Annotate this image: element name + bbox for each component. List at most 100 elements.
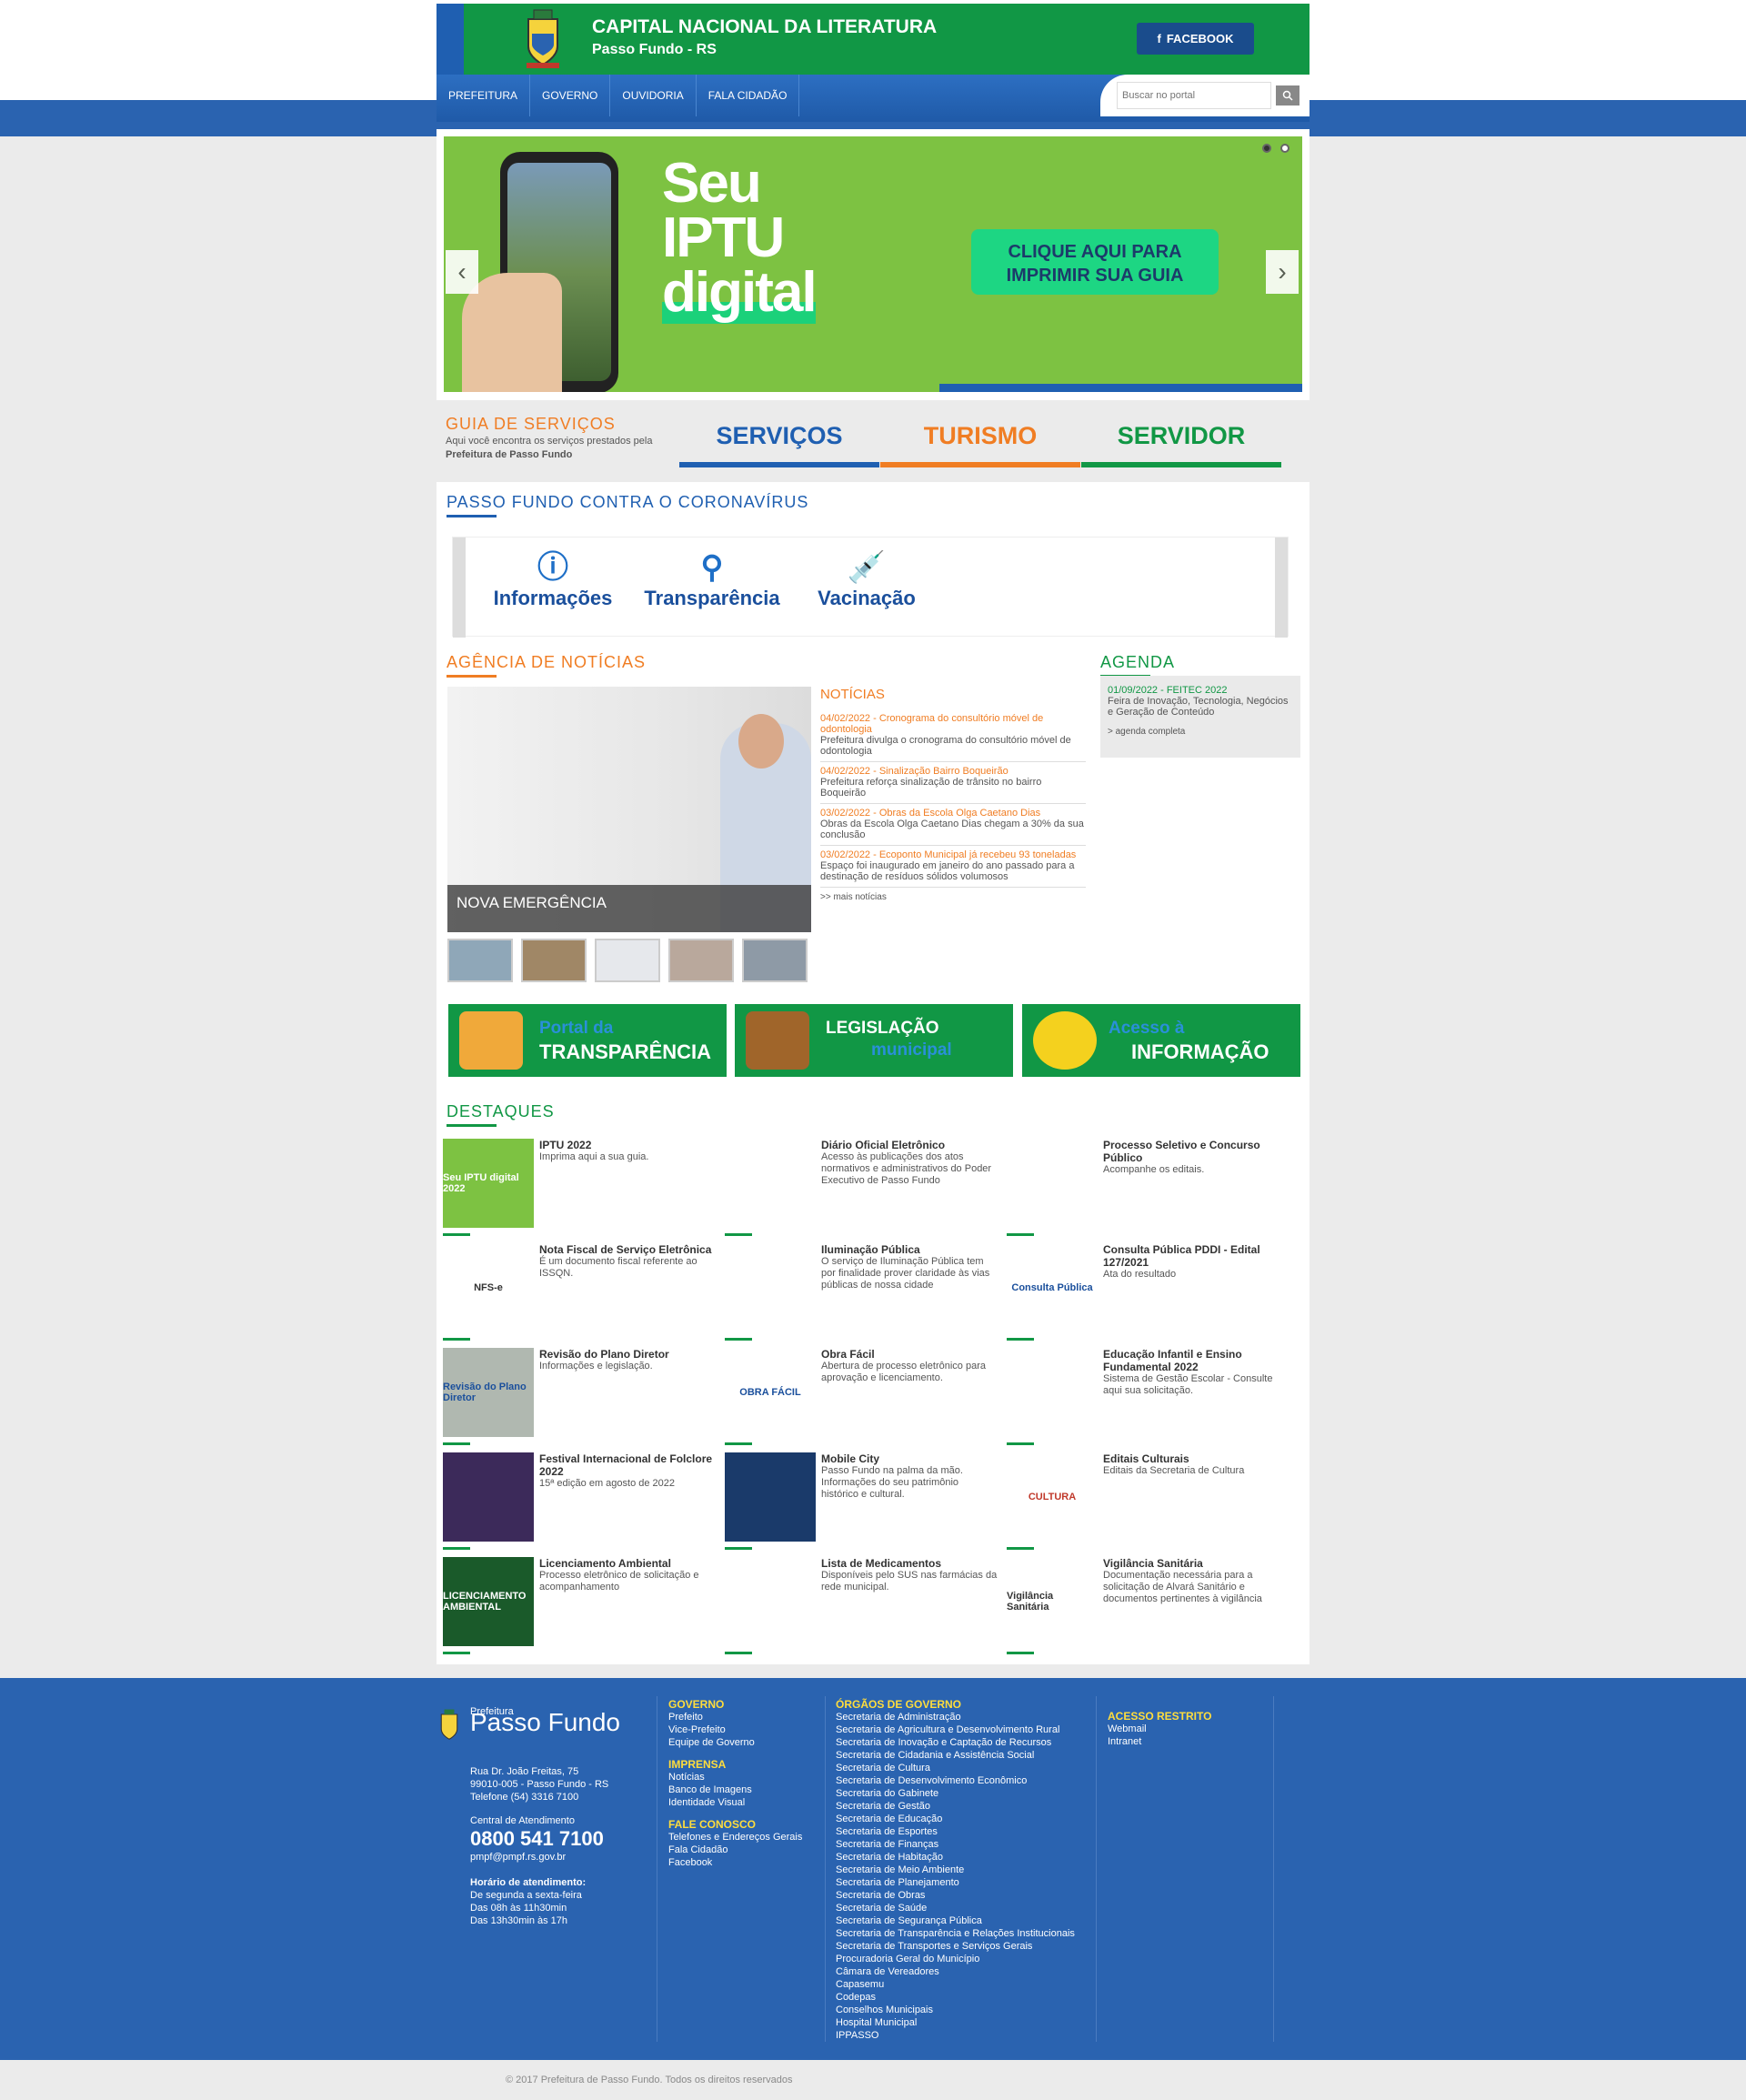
covid-vacinacao[interactable]: 💉 Vacinação bbox=[803, 548, 930, 610]
search-input[interactable] bbox=[1117, 82, 1271, 109]
footer-link[interactable]: Secretaria de Agricultura e Desenvolvime… bbox=[836, 1723, 1090, 1736]
news-feature-image[interactable]: NOVA EMERGÊNCIA bbox=[447, 687, 811, 932]
destaque-image[interactable] bbox=[443, 1452, 534, 1542]
nav-fala-cidadao[interactable]: FALA CIDADÃO bbox=[697, 75, 800, 116]
footer-link[interactable]: Webmail bbox=[1108, 1723, 1271, 1735]
news-thumb[interactable] bbox=[742, 939, 808, 982]
destaque-image[interactable]: OBRA FÁCIL bbox=[725, 1348, 816, 1437]
destaque-image[interactable] bbox=[725, 1139, 816, 1228]
footer-link[interactable]: Secretaria de Habitação bbox=[836, 1851, 1090, 1864]
portal-transparencia-button[interactable]: Portal da TRANSPARÊNCIA bbox=[448, 1004, 727, 1077]
footer-link[interactable]: Secretaria de Gestão bbox=[836, 1800, 1090, 1813]
footer-link[interactable]: Capasemu bbox=[836, 1978, 1090, 1991]
footer-link[interactable]: Secretaria de Finanças bbox=[836, 1838, 1090, 1851]
nav-governo[interactable]: GOVERNO bbox=[530, 75, 611, 116]
footer-link[interactable]: Facebook bbox=[668, 1856, 818, 1869]
destaque-title[interactable]: Educação Infantil e Ensino Fundamental 2… bbox=[1103, 1348, 1280, 1373]
banner-cta-button[interactable]: CLIQUE AQUI PARA IMPRIMIR SUA GUIA bbox=[971, 229, 1219, 295]
destaque-item[interactable]: Consulta Pública Consulta Pública PDDI -… bbox=[1007, 1243, 1279, 1343]
destaque-title[interactable]: IPTU 2022 bbox=[539, 1139, 717, 1151]
destaque-image[interactable] bbox=[725, 1243, 816, 1332]
footer-link[interactable]: Secretaria de Cidadania e Assistência So… bbox=[836, 1749, 1090, 1762]
footer-link[interactable]: Banco de Imagens bbox=[668, 1783, 818, 1796]
destaque-image[interactable]: Consulta Pública bbox=[1007, 1243, 1098, 1332]
destaque-title[interactable]: Licenciamento Ambiental bbox=[539, 1557, 717, 1570]
carousel-dot[interactable] bbox=[1262, 144, 1271, 153]
list-item[interactable]: 04/02/2022 - Cronograma do consultório m… bbox=[820, 709, 1086, 762]
news-item-title[interactable]: 03/02/2022 - Ecoponto Municipal já receb… bbox=[820, 849, 1086, 860]
footer-link[interactable]: IPPASSO bbox=[836, 2029, 1090, 2042]
destaque-title[interactable]: Diário Oficial Eletrônico bbox=[821, 1139, 998, 1151]
destaque-item[interactable]: Iluminação Pública O serviço de Iluminaçã… bbox=[725, 1243, 998, 1343]
news-thumb[interactable] bbox=[447, 939, 513, 982]
news-caption[interactable]: NOVA EMERGÊNCIA bbox=[447, 885, 811, 932]
more-news-link[interactable]: >> mais notícias bbox=[820, 892, 1086, 902]
covid-prev-button[interactable] bbox=[453, 538, 466, 638]
footer-link[interactable]: Hospital Municipal bbox=[836, 2016, 1090, 2029]
destaque-image[interactable]: LICENCIAMENTO AMBIENTAL bbox=[443, 1557, 534, 1646]
news-item-title[interactable]: 03/02/2022 - Obras da Escola Olga Caetan… bbox=[820, 808, 1086, 819]
news-thumb[interactable] bbox=[668, 939, 734, 982]
coat-of-arms-icon[interactable] bbox=[523, 6, 563, 72]
footer-link[interactable]: Secretaria de Administração bbox=[836, 1711, 1090, 1723]
carousel-prev-button[interactable]: ‹ bbox=[446, 250, 478, 294]
footer-link[interactable]: Secretaria de Desenvolvimento Econômico bbox=[836, 1774, 1090, 1787]
footer-link[interactable]: Secretaria de Transportes e Serviços Ger… bbox=[836, 1940, 1090, 1953]
footer-link[interactable]: Fala Cidadão bbox=[668, 1844, 818, 1856]
destaque-title[interactable]: Editais Culturais bbox=[1103, 1452, 1280, 1465]
news-thumb[interactable] bbox=[595, 939, 660, 982]
footer-link[interactable]: Secretaria de Obras bbox=[836, 1889, 1090, 1902]
tab-servidor[interactable]: SERVIDOR bbox=[1081, 422, 1281, 467]
footer-link[interactable]: Secretaria de Segurança Pública bbox=[836, 1914, 1090, 1927]
legislacao-button[interactable]: LEGISLAÇÃO municipal bbox=[735, 1004, 1013, 1077]
footer-link[interactable]: Equipe de Governo bbox=[668, 1736, 818, 1749]
destaque-title[interactable]: Lista de Medicamentos bbox=[821, 1557, 998, 1570]
destaque-title[interactable]: Nota Fiscal de Serviço Eletrônica bbox=[539, 1243, 717, 1256]
carousel-dot[interactable] bbox=[1280, 144, 1289, 153]
destaque-title[interactable]: Consulta Pública PDDI - Edital 127/2021 bbox=[1103, 1243, 1280, 1269]
footer-link[interactable]: Notícias bbox=[668, 1771, 818, 1783]
list-item[interactable]: 04/02/2022 - Sinalização Bairro Boqueirã… bbox=[820, 762, 1086, 804]
destaque-title[interactable]: Revisão do Plano Diretor bbox=[539, 1348, 717, 1361]
destaque-image[interactable]: Revisão do Plano Diretor bbox=[443, 1348, 534, 1437]
footer-link[interactable]: Secretaria de Meio Ambiente bbox=[836, 1864, 1090, 1876]
destaque-title[interactable]: Mobile City bbox=[821, 1452, 998, 1465]
covid-informacoes[interactable]: ⓘ Informações bbox=[489, 548, 617, 610]
destaque-item[interactable]: Diário Oficial Eletrônico Acesso às publi… bbox=[725, 1139, 998, 1239]
destaque-item[interactable]: LICENCIAMENTO AMBIENTAL Licenciamento Am… bbox=[443, 1557, 716, 1657]
nav-prefeitura[interactable]: PREFEITURA bbox=[436, 75, 531, 116]
footer-link[interactable]: Secretaria do Gabinete bbox=[836, 1787, 1090, 1800]
destaque-image[interactable]: Seu IPTU digital 2022 bbox=[443, 1139, 534, 1228]
agenda-more-link[interactable]: > agenda completa bbox=[1100, 718, 1300, 746]
destaque-item[interactable]: Revisão do Plano Diretor Revisão do Plan… bbox=[443, 1348, 716, 1448]
destaque-item[interactable]: NFS-e Nota Fiscal de Serviço Eletrônica É… bbox=[443, 1243, 716, 1343]
nav-ouvidoria[interactable]: OUVIDORIA bbox=[610, 75, 697, 116]
news-item-title[interactable]: 04/02/2022 - Cronograma do consultório m… bbox=[820, 713, 1086, 735]
destaque-item[interactable]: Lista de Medicamentos Disponíveis pelo SU… bbox=[725, 1557, 998, 1657]
destaque-item[interactable]: Mobile City Passo Fundo na palma da mão. … bbox=[725, 1452, 998, 1552]
destaque-image[interactable] bbox=[1007, 1348, 1098, 1437]
destaque-title[interactable]: Festival Internacional de Folclore 2022 bbox=[539, 1452, 717, 1478]
acesso-informacao-button[interactable]: Acesso à INFORMAÇÃO bbox=[1022, 1004, 1300, 1077]
destaque-item[interactable]: Festival Internacional de Folclore 2022 1… bbox=[443, 1452, 716, 1552]
covid-transparencia[interactable]: ⚲ Transparência bbox=[639, 548, 785, 610]
footer-link[interactable]: Secretaria de Planejamento bbox=[836, 1876, 1090, 1889]
destaque-item[interactable]: Seu IPTU digital 2022 IPTU 2022 Imprima a… bbox=[443, 1139, 716, 1239]
destaque-image[interactable]: Vigilância Sanitária bbox=[1007, 1557, 1098, 1646]
destaque-item[interactable]: Processo Seletivo e Concurso Público Acom… bbox=[1007, 1139, 1279, 1239]
footer-link[interactable]: Secretaria de Esportes bbox=[836, 1825, 1090, 1838]
footer-link[interactable]: Vice-Prefeito bbox=[668, 1723, 818, 1736]
facebook-button[interactable]: f FACEBOOK bbox=[1137, 23, 1254, 55]
destaque-title[interactable]: Iluminação Pública bbox=[821, 1243, 998, 1256]
footer-link[interactable]: Codepas bbox=[836, 1991, 1090, 2004]
footer-link[interactable]: Conselhos Municipais bbox=[836, 2004, 1090, 2016]
footer-link[interactable]: Procuradoria Geral do Município bbox=[836, 1953, 1090, 1965]
footer-link[interactable]: Intranet bbox=[1108, 1735, 1271, 1748]
footer-link[interactable]: Secretaria de Educação bbox=[836, 1813, 1090, 1825]
destaque-image[interactable] bbox=[725, 1452, 816, 1542]
list-item[interactable]: 03/02/2022 - Obras da Escola Olga Caetan… bbox=[820, 804, 1086, 846]
destaque-item[interactable]: Educação Infantil e Ensino Fundamental 2… bbox=[1007, 1348, 1279, 1448]
destaque-title[interactable]: Obra Fácil bbox=[821, 1348, 998, 1361]
footer-link[interactable]: Secretaria de Saúde bbox=[836, 1902, 1090, 1914]
carousel-next-button[interactable]: › bbox=[1266, 250, 1299, 294]
